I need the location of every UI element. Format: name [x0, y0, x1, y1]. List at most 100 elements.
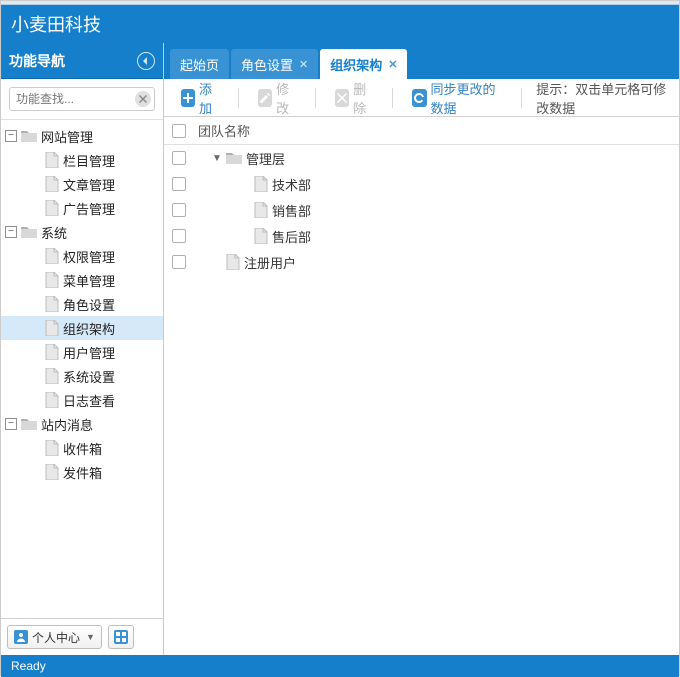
- folder-icon: [21, 225, 37, 239]
- tab-bar: 起始页 角色设置 ✕ 组织架构 ✕: [164, 43, 679, 79]
- nav-item-label: 权限管理: [63, 247, 115, 266]
- tab-close-button[interactable]: ✕: [388, 58, 397, 71]
- file-icon: [254, 228, 268, 244]
- row-label: 技术部: [272, 175, 311, 194]
- app-title: 小麦田科技: [11, 11, 101, 37]
- search-input[interactable]: [9, 87, 155, 111]
- toolbar-hint: 提示：双击单元格可修改数据: [536, 79, 671, 117]
- folder-icon: [21, 417, 37, 431]
- tab[interactable]: 起始页: [170, 49, 229, 79]
- nav-item[interactable]: − 站内消息: [1, 412, 163, 436]
- tree-toggle[interactable]: −: [5, 226, 17, 238]
- row-toggle[interactable]: ▼: [212, 153, 222, 163]
- nav-item[interactable]: − 系统: [1, 220, 163, 244]
- tab-label: 起始页: [180, 55, 219, 74]
- nav-item[interactable]: 角色设置: [1, 292, 163, 316]
- edit-button[interactable]: 修改: [249, 86, 305, 110]
- nav-item[interactable]: 日志查看: [1, 388, 163, 412]
- file-icon: [254, 202, 268, 218]
- sidebar-bottom-bar: 个人中心 ▼: [1, 618, 163, 655]
- row-checkbox[interactable]: [172, 151, 186, 165]
- nav-item-label: 文章管理: [63, 175, 115, 194]
- grid-icon: [114, 630, 128, 644]
- search-clear-button[interactable]: [135, 91, 151, 107]
- nav-item[interactable]: 权限管理: [1, 244, 163, 268]
- row-checkbox[interactable]: [172, 177, 186, 191]
- folder-icon: [226, 151, 242, 165]
- row-label: 注册用户: [244, 253, 296, 272]
- nav-item-label: 站内消息: [41, 415, 93, 434]
- file-icon: [45, 344, 59, 360]
- app-header: 小麦田科技: [1, 5, 679, 43]
- plus-icon: [182, 92, 194, 104]
- nav-item-label: 组织架构: [63, 319, 115, 338]
- nav-item[interactable]: 收件箱: [1, 436, 163, 460]
- status-bar: Ready: [1, 655, 679, 677]
- toolbar-separator: [315, 88, 316, 108]
- sidebar-title: 功能导航: [9, 51, 65, 71]
- add-button[interactable]: 添加: [172, 86, 228, 110]
- select-all-checkbox[interactable]: [172, 124, 186, 138]
- nav-item[interactable]: 广告管理: [1, 196, 163, 220]
- content-area: 起始页角色设置✕组织架构✕ 添加 修改 删除 同步更改的数据 提示：双击: [164, 43, 679, 655]
- file-icon: [45, 368, 59, 384]
- row-checkbox[interactable]: [172, 203, 186, 217]
- row-checkbox[interactable]: [172, 229, 186, 243]
- grid-row[interactable]: 售后部: [164, 223, 679, 249]
- nav-item[interactable]: 菜单管理: [1, 268, 163, 292]
- file-icon: [226, 254, 240, 270]
- sync-button[interactable]: 同步更改的数据: [403, 86, 511, 110]
- pencil-icon: [259, 92, 271, 104]
- nav-item-label: 广告管理: [63, 199, 115, 218]
- nav-item-label: 网站管理: [41, 127, 93, 146]
- nav-item-label: 系统设置: [63, 367, 115, 386]
- toolbar: 添加 修改 删除 同步更改的数据 提示：双击单元格可修改数据: [164, 79, 679, 117]
- row-label: 管理层: [246, 149, 285, 168]
- nav-item[interactable]: 用户管理: [1, 340, 163, 364]
- file-icon: [45, 272, 59, 288]
- nav-item-label: 栏目管理: [63, 151, 115, 170]
- sidebar-extra-button[interactable]: [108, 625, 134, 649]
- file-icon: [45, 248, 59, 264]
- nav-item-label: 日志查看: [63, 391, 115, 410]
- edit-label: 修改: [276, 79, 296, 117]
- tab-label: 角色设置: [241, 55, 293, 74]
- delete-button[interactable]: 删除: [326, 86, 382, 110]
- grid-row[interactable]: 销售部: [164, 197, 679, 223]
- nav-item-label: 菜单管理: [63, 271, 115, 290]
- grid-body: ▼ 管理层技术部销售部售后部注册用户: [164, 145, 679, 655]
- nav-item[interactable]: 文章管理: [1, 172, 163, 196]
- status-text: Ready: [11, 659, 46, 673]
- tab[interactable]: 组织架构 ✕: [320, 49, 407, 79]
- collapse-sidebar-button[interactable]: [137, 52, 155, 70]
- nav-item[interactable]: 发件箱: [1, 460, 163, 484]
- tree-toggle[interactable]: −: [5, 418, 17, 430]
- column-team-name[interactable]: 团队名称: [198, 121, 250, 140]
- file-icon: [45, 152, 59, 168]
- toolbar-separator: [392, 88, 393, 108]
- nav-item[interactable]: − 网站管理: [1, 124, 163, 148]
- chevron-down-icon: ▼: [86, 632, 95, 642]
- folder-icon: [21, 129, 37, 143]
- delete-label: 删除: [353, 79, 373, 117]
- row-checkbox[interactable]: [172, 255, 186, 269]
- tree-toggle[interactable]: −: [5, 130, 17, 142]
- close-icon: [139, 95, 147, 103]
- file-icon: [45, 392, 59, 408]
- nav-item[interactable]: 组织架构: [1, 316, 163, 340]
- user-menu-button[interactable]: 个人中心 ▼: [7, 625, 102, 649]
- row-label: 售后部: [272, 227, 311, 246]
- user-menu-label: 个人中心: [32, 629, 80, 646]
- tab-label: 组织架构: [330, 55, 382, 74]
- tab[interactable]: 角色设置 ✕: [231, 49, 318, 79]
- grid-row[interactable]: ▼ 管理层: [164, 145, 679, 171]
- nav-item[interactable]: 栏目管理: [1, 148, 163, 172]
- nav-item-label: 系统: [41, 223, 67, 242]
- nav-item[interactable]: 系统设置: [1, 364, 163, 388]
- nav-item-label: 用户管理: [63, 343, 115, 362]
- grid-row[interactable]: 技术部: [164, 171, 679, 197]
- nav-item-label: 收件箱: [63, 439, 102, 458]
- tab-close-button[interactable]: ✕: [299, 58, 308, 71]
- grid-row[interactable]: 注册用户: [164, 249, 679, 275]
- file-icon: [45, 320, 59, 336]
